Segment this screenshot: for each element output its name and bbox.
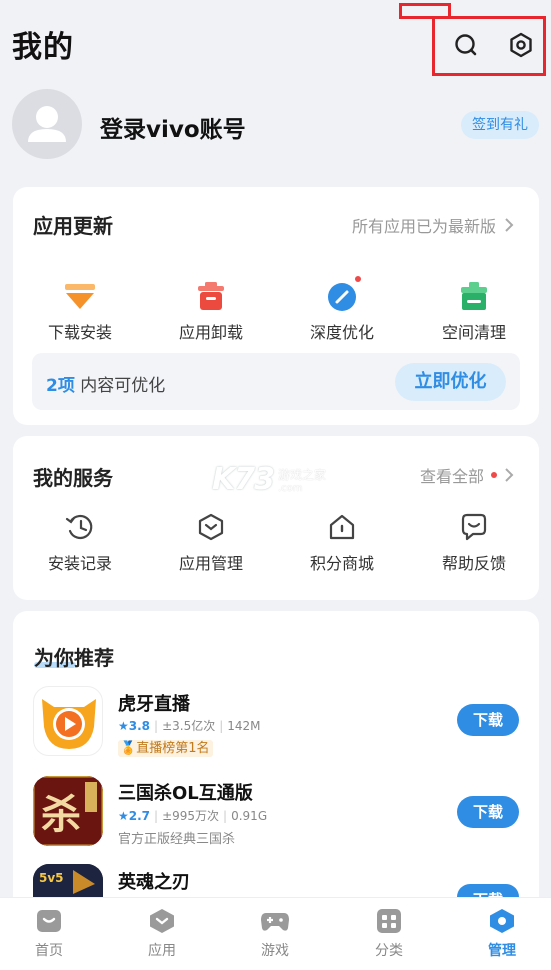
app-name[interactable]: 三国杀OL互通版 xyxy=(118,779,253,805)
download-install-label: 下载安装 xyxy=(47,323,112,342)
signin-reward-button[interactable]: 签到有礼 xyxy=(461,111,539,139)
medal-icon: 🏅 xyxy=(120,741,137,756)
space-clean-button[interactable]: 空间清理 xyxy=(414,281,534,343)
app-meta: ★2.7 | ±995万次 | 0.91G xyxy=(118,809,268,823)
app-name[interactable]: 虎牙直播 xyxy=(118,690,190,716)
points-mall-icon xyxy=(329,514,355,540)
download-install-button[interactable]: 下载安装 xyxy=(20,281,140,343)
app-update-status: 所有应用已为最新版 xyxy=(352,217,497,236)
download-button[interactable]: 下载 xyxy=(457,884,519,897)
chevron-right-icon xyxy=(505,218,514,232)
watermark-cn: 游戏之家 xyxy=(278,467,327,482)
deep-optimize-button[interactable]: 深度优化 xyxy=(282,281,402,343)
view-all-label: 查看全部 xyxy=(420,467,485,486)
space-clean-label: 空间清理 xyxy=(441,323,506,342)
home-icon xyxy=(37,910,61,932)
nav-games-label: 游戏 xyxy=(261,943,289,959)
nav-category-label: 分类 xyxy=(375,943,403,959)
app-rating: ★2.7 xyxy=(118,809,151,823)
bottom-nav: 首页 应用 游戏 分类 管理 xyxy=(0,897,551,970)
install-history-label: 安装记录 xyxy=(47,554,112,573)
my-services-title: 我的服务 xyxy=(33,466,113,490)
nav-apps[interactable]: 应用 xyxy=(117,908,207,960)
svg-text:杀: 杀 xyxy=(41,791,81,838)
app-rank-tag: 🏅直播榜第1名 xyxy=(118,737,214,757)
app-downloads: ±995万次 xyxy=(162,809,220,823)
optimize-summary: 2项 内容可优化 xyxy=(46,371,165,396)
nav-manage-label: 管理 xyxy=(488,943,516,959)
avatar[interactable] xyxy=(12,89,82,159)
nav-home[interactable]: 首页 xyxy=(4,908,94,960)
manage-icon xyxy=(490,909,514,933)
app-manage-icon xyxy=(198,513,224,541)
nav-apps-label: 应用 xyxy=(148,943,176,959)
uninstall-trash-icon xyxy=(198,282,224,310)
app-manage-label: 应用管理 xyxy=(178,554,243,573)
category-icon xyxy=(377,909,401,933)
recommend-title: 为你推荐 xyxy=(34,646,114,670)
page-title: 我的 xyxy=(12,30,74,65)
install-history-button[interactable]: 安装记录 xyxy=(20,512,140,574)
app-size: 0.91G xyxy=(231,809,268,823)
download-install-icon xyxy=(65,284,95,309)
optimize-count: 2项 xyxy=(46,376,75,396)
k73-watermark: K73 游戏之家 .com xyxy=(212,462,326,497)
space-clean-icon xyxy=(461,282,487,310)
app-name[interactable]: 英魂之刃 xyxy=(118,868,190,894)
uninstall-button[interactable]: 应用卸载 xyxy=(151,281,271,343)
deep-optimize-icon xyxy=(328,283,356,311)
watermark-url: .com xyxy=(278,482,303,494)
help-feedback-icon xyxy=(461,513,487,541)
settings-icon[interactable] xyxy=(506,30,536,60)
help-feedback-button[interactable]: 帮助反馈 xyxy=(414,512,534,574)
user-avatar-icon xyxy=(28,106,66,142)
uninstall-label: 应用卸载 xyxy=(178,323,243,342)
view-all-link[interactable]: 查看全部 xyxy=(420,463,516,487)
download-button[interactable]: 下载 xyxy=(457,796,519,828)
nav-games[interactable]: 游戏 xyxy=(230,908,320,960)
view-all-badge-dot xyxy=(491,472,498,478)
search-icon[interactable] xyxy=(451,30,481,60)
install-history-icon xyxy=(65,514,93,540)
nav-home-label: 首页 xyxy=(35,943,63,959)
chevron-right-icon xyxy=(505,468,514,482)
download-button[interactable]: 下载 xyxy=(457,704,519,736)
app-update-title: 应用更新 xyxy=(33,214,113,238)
points-mall-label: 积分商城 xyxy=(309,554,374,573)
svg-text:5v5: 5v5 xyxy=(39,871,64,885)
app-downloads: ±3.5亿次 xyxy=(162,719,216,733)
app-manage-button[interactable]: 应用管理 xyxy=(151,512,271,574)
optimize-text: 内容可优化 xyxy=(80,376,166,396)
app-update-status-link[interactable]: 所有应用已为最新版 xyxy=(352,213,516,237)
app-rating: ★3.8 xyxy=(118,719,151,733)
huya-app-icon[interactable] xyxy=(33,686,103,756)
deep-optimize-label: 深度优化 xyxy=(309,323,374,342)
nav-category[interactable]: 分类 xyxy=(344,908,434,960)
apps-icon xyxy=(150,909,174,933)
help-feedback-label: 帮助反馈 xyxy=(441,554,506,573)
app-meta: ★3.8 | ±3.5亿次 | 142M xyxy=(118,719,261,733)
sanguosha-app-icon[interactable]: 杀 xyxy=(33,776,103,846)
nav-manage[interactable]: 管理 xyxy=(457,908,547,960)
app-size: 142M xyxy=(227,719,261,733)
login-link[interactable]: 登录vivo账号 xyxy=(100,110,246,144)
yinghun-app-icon[interactable]: 5v5 xyxy=(33,864,103,897)
app-description: 官方正版经典三国杀 xyxy=(118,832,236,847)
watermark-main: K73 xyxy=(212,462,275,497)
points-mall-button[interactable]: 积分商城 xyxy=(282,512,402,574)
gamepad-icon xyxy=(261,913,289,931)
deep-optimize-badge-dot xyxy=(355,276,361,282)
optimize-now-button[interactable]: 立即优化 xyxy=(395,363,506,401)
